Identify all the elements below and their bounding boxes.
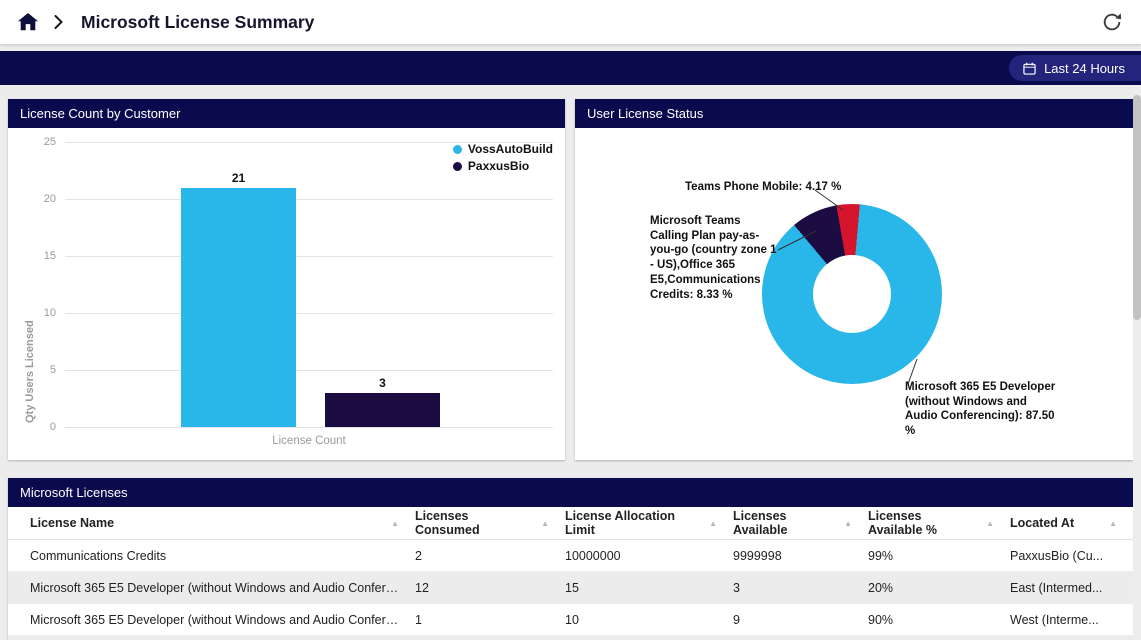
scrollbar-thumb[interactable] bbox=[1133, 95, 1141, 320]
gridline bbox=[65, 256, 553, 257]
y-axis-label: Qty Users Licensed bbox=[24, 320, 36, 423]
table-cell: West (Interme... bbox=[1010, 613, 1133, 627]
calendar-icon bbox=[1023, 62, 1036, 75]
top-bar: Microsoft License Summary bbox=[0, 0, 1141, 44]
table-row[interactable]: Microsoft 365 E5 Developer (without Wind… bbox=[8, 604, 1133, 636]
vertical-scrollbar bbox=[1133, 85, 1141, 640]
table-header-row: License Name▲ Licenses Consumed▲ License… bbox=[8, 507, 1133, 540]
table-row[interactable]: Communications Credits 2 10000000 999999… bbox=[8, 540, 1133, 572]
table-cell: 99% bbox=[868, 549, 1010, 563]
sort-icon: ▲ bbox=[391, 519, 399, 528]
panel-title: Microsoft Licenses bbox=[8, 478, 1133, 507]
legend-dot bbox=[453, 162, 462, 171]
table-cell: East (Intermed... bbox=[1010, 581, 1133, 595]
annotation-teams-calling-plan: Microsoft Teams Calling Plan pay-as-you-… bbox=[650, 214, 778, 302]
table-cell: Microsoft 365 E5 Developer (without Wind… bbox=[30, 613, 415, 627]
annotation-m365-e5-developer: Microsoft 365 E5 Developer (without Wind… bbox=[905, 380, 1057, 439]
sort-icon: ▲ bbox=[1109, 519, 1117, 528]
bar-vossautobuild[interactable]: 21 bbox=[181, 188, 296, 427]
bar-chart: VossAutoBuild PaxxusBio 25 20 15 10 5 0 bbox=[8, 128, 565, 460]
time-range-label: Last 24 Hours bbox=[1044, 61, 1125, 76]
page-title: Microsoft License Summary bbox=[81, 12, 314, 33]
legend-label: VossAutoBuild bbox=[468, 142, 553, 156]
table-cell: Communications Credits bbox=[30, 549, 415, 563]
y-tick: 10 bbox=[8, 307, 56, 319]
home-icon[interactable] bbox=[18, 13, 38, 31]
column-header-located-at[interactable]: Located At▲ bbox=[1010, 516, 1133, 530]
sort-icon: ▲ bbox=[844, 519, 852, 528]
table-row[interactable]: Microsoft 365 E5 Developer (without Wind… bbox=[8, 572, 1133, 604]
gridline bbox=[65, 427, 553, 428]
chevron-right-icon bbox=[54, 15, 63, 29]
donut-hole bbox=[813, 255, 891, 333]
table-cell: 90% bbox=[868, 613, 1010, 627]
legend-dot bbox=[453, 145, 462, 154]
table-cell: 12 bbox=[415, 581, 565, 595]
panel-microsoft-licenses: Microsoft Licenses License Name▲ License… bbox=[8, 478, 1133, 640]
annotation-teams-phone-mobile: Teams Phone Mobile: 4.17 % bbox=[685, 180, 841, 195]
table-cell: 20% bbox=[868, 581, 1010, 595]
panel-user-license-status: User License Status Teams Phone Mobile: … bbox=[575, 99, 1133, 460]
column-header-licenses-available-pct[interactable]: Licenses Available %▲ bbox=[868, 509, 1010, 537]
gridline bbox=[65, 370, 553, 371]
table-row-partial bbox=[8, 636, 1133, 640]
table-cell: 9999998 bbox=[733, 549, 868, 563]
bar-value-label: 3 bbox=[379, 376, 386, 390]
x-axis-label: License Count bbox=[65, 435, 553, 447]
legend-label: PaxxusBio bbox=[468, 159, 529, 173]
table-cell: Microsoft 365 E5 Developer (without Wind… bbox=[30, 581, 415, 595]
y-tick: 25 bbox=[8, 136, 56, 148]
panel-title: License Count by Customer bbox=[8, 99, 565, 128]
table-cell: 9 bbox=[733, 613, 868, 627]
table-cell: 1 bbox=[415, 613, 565, 627]
table-cell: 10 bbox=[565, 613, 733, 627]
bar-plot-area: 21 3 bbox=[65, 142, 553, 427]
column-header-licenses-consumed[interactable]: Licenses Consumed▲ bbox=[415, 509, 565, 537]
bar-paxxusbio[interactable]: 3 bbox=[325, 393, 440, 427]
table-cell: PaxxusBio (Cu... bbox=[1010, 549, 1133, 563]
table-cell: 10000000 bbox=[565, 549, 733, 563]
sort-icon: ▲ bbox=[709, 519, 717, 528]
legend-item-vossautobuild[interactable]: VossAutoBuild bbox=[453, 142, 553, 156]
column-header-license-name[interactable]: License Name▲ bbox=[30, 516, 415, 530]
bar-value-label: 21 bbox=[232, 171, 245, 185]
y-tick: 15 bbox=[8, 250, 56, 262]
donut-ring[interactable] bbox=[762, 204, 942, 384]
gridline bbox=[65, 313, 553, 314]
gridline bbox=[65, 199, 553, 200]
sort-icon: ▲ bbox=[986, 519, 994, 528]
y-tick: 20 bbox=[8, 193, 56, 205]
panel-title: User License Status bbox=[575, 99, 1133, 128]
sort-icon: ▲ bbox=[541, 519, 549, 528]
donut-chart: Teams Phone Mobile: 4.17 % Microsoft Tea… bbox=[575, 128, 1133, 460]
column-header-licenses-available[interactable]: Licenses Available▲ bbox=[733, 509, 868, 537]
legend-item-paxxusbio[interactable]: PaxxusBio bbox=[453, 159, 553, 173]
filter-toolbar: Last 24 Hours bbox=[0, 51, 1141, 85]
table-cell: 3 bbox=[733, 581, 868, 595]
column-header-license-allocation-limit[interactable]: License Allocation Limit▲ bbox=[565, 509, 733, 537]
refresh-icon[interactable] bbox=[1101, 11, 1123, 33]
chart-legend: VossAutoBuild PaxxusBio bbox=[453, 142, 553, 173]
dashboard-content: License Count by Customer VossAutoBuild … bbox=[0, 85, 1141, 640]
table-cell: 15 bbox=[565, 581, 733, 595]
time-range-button[interactable]: Last 24 Hours bbox=[1009, 55, 1141, 81]
panel-license-count-by-customer: License Count by Customer VossAutoBuild … bbox=[8, 99, 565, 460]
table-cell: 2 bbox=[415, 549, 565, 563]
